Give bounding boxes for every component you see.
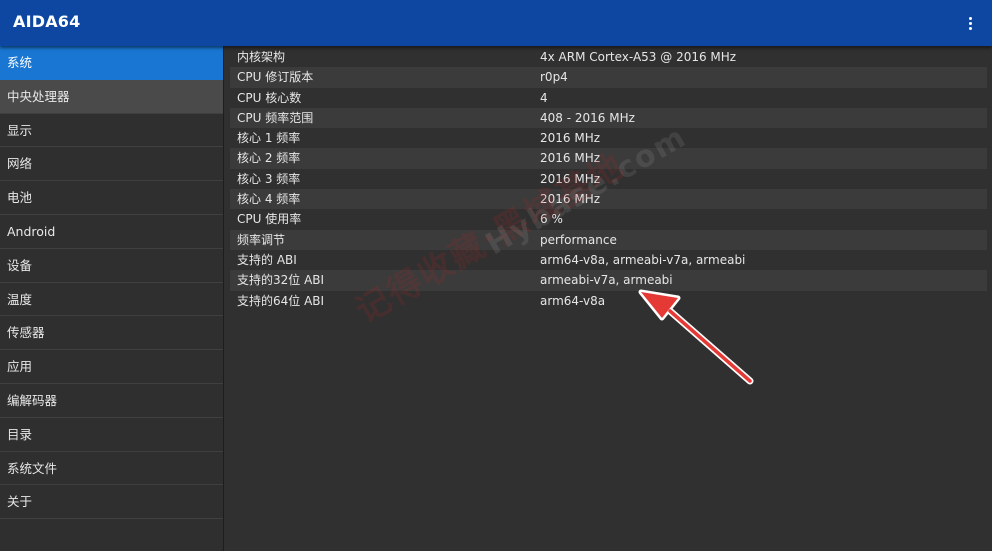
detail-key: 核心 4 频率 [237, 192, 301, 207]
detail-key: 频率调节 [237, 232, 286, 247]
detail-key: CPU 修订版本 [237, 70, 314, 85]
detail-row: 支持的64位 ABI arm64-v8a [230, 291, 987, 311]
detail-value: 2016 MHz [540, 171, 601, 186]
detail-value: 2016 MHz [540, 151, 601, 166]
sidebar-item-temperature[interactable]: 温度 [0, 283, 223, 317]
detail-row: CPU 使用率 6 % [230, 209, 987, 229]
detail-value: armeabi-v7a, armeabi [540, 273, 673, 288]
detail-key: CPU 频率范围 [237, 110, 314, 125]
detail-value: 4x ARM Cortex-A53 @ 2016 MHz [540, 50, 737, 64]
detail-row: 核心 2 频率 2016 MHz [230, 148, 987, 169]
detail-row: 频率调节 performance [230, 229, 987, 250]
detail-key: 核心 2 频率 [237, 151, 301, 166]
sidebar-item-android[interactable]: Android [0, 215, 223, 249]
detail-key: 核心 1 频率 [237, 131, 301, 146]
detail-value: arm64-v8a [540, 293, 606, 308]
detail-list: 内核架构 4x ARM Cortex-A53 @ 2016 MHz CPU 修订版… [230, 47, 987, 311]
detail-row: CPU 核心数 4 [230, 88, 987, 108]
detail-value: r0p4 [540, 70, 568, 85]
detail-value: 2016 MHz [540, 131, 601, 146]
sidebar-item-cpu[interactable]: 中央处理器 [0, 79, 223, 114]
detail-value: arm64-v8a, armeabi-v7a, armeabi [540, 252, 746, 267]
detail-row: 核心 1 频率 2016 MHz [230, 128, 987, 148]
detail-key: 支持的64位 ABI [237, 293, 325, 308]
sidebar-item-network[interactable]: 网络 [0, 147, 223, 182]
detail-row: 核心 3 频率 2016 MHz [230, 169, 987, 189]
detail-value: 408 - 2016 MHz [540, 110, 635, 125]
sidebar-item-battery[interactable]: 电池 [0, 181, 223, 215]
detail-row: 核心 4 频率 2016 MHz [230, 189, 987, 210]
sidebar-item-apps[interactable]: 应用 [0, 350, 223, 384]
detail-row: 内核架构 4x ARM Cortex-A53 @ 2016 MHz [230, 47, 987, 67]
sidebar-item-directories[interactable]: 目录 [0, 418, 223, 452]
sidebar: 系统 中央处理器 显示 网络 电池 Android 设备 温度 传感器 应用 编… [0, 46, 224, 551]
sidebar-item-sensors[interactable]: 传感器 [0, 316, 223, 351]
detail-key: CPU 使用率 [237, 212, 302, 227]
detail-key: 支持的32位 ABI [237, 273, 325, 288]
sidebar-item-codecs[interactable]: 编解码器 [0, 384, 223, 418]
detail-value: 4 [540, 90, 548, 105]
more-vert-icon[interactable] [960, 12, 980, 34]
detail-key: CPU 核心数 [237, 90, 302, 105]
detail-panel: 内核架构 4x ARM Cortex-A53 @ 2016 MHz CPU 修订版… [225, 46, 992, 551]
detail-key: 核心 3 频率 [237, 171, 301, 186]
sidebar-item-devices[interactable]: 设备 [0, 249, 223, 283]
sidebar-item-about[interactable]: 关于 [0, 485, 223, 520]
detail-value: 6 % [540, 212, 563, 227]
detail-row: CPU 修订版本 r0p4 [230, 67, 987, 88]
detail-row: 支持的32位 ABI armeabi-v7a, armeabi [230, 270, 987, 291]
sidebar-item-display[interactable]: 显示 [0, 114, 223, 148]
detail-key: 支持的 ABI [237, 252, 297, 267]
detail-row: CPU 频率范围 408 - 2016 MHz [230, 107, 987, 129]
detail-row: 支持的 ABI arm64-v8a, armeabi-v7a, armeabi [230, 250, 987, 270]
sidebar-item-system[interactable]: 系统 [0, 46, 223, 80]
detail-value: performance [540, 232, 617, 247]
app-title: AIDA64 [13, 12, 81, 31]
detail-value: 2016 MHz [540, 192, 601, 207]
detail-key: 内核架构 [237, 50, 286, 64]
app-bar: AIDA64 [0, 0, 992, 46]
sidebar-item-system-files[interactable]: 系统文件 [0, 452, 223, 486]
